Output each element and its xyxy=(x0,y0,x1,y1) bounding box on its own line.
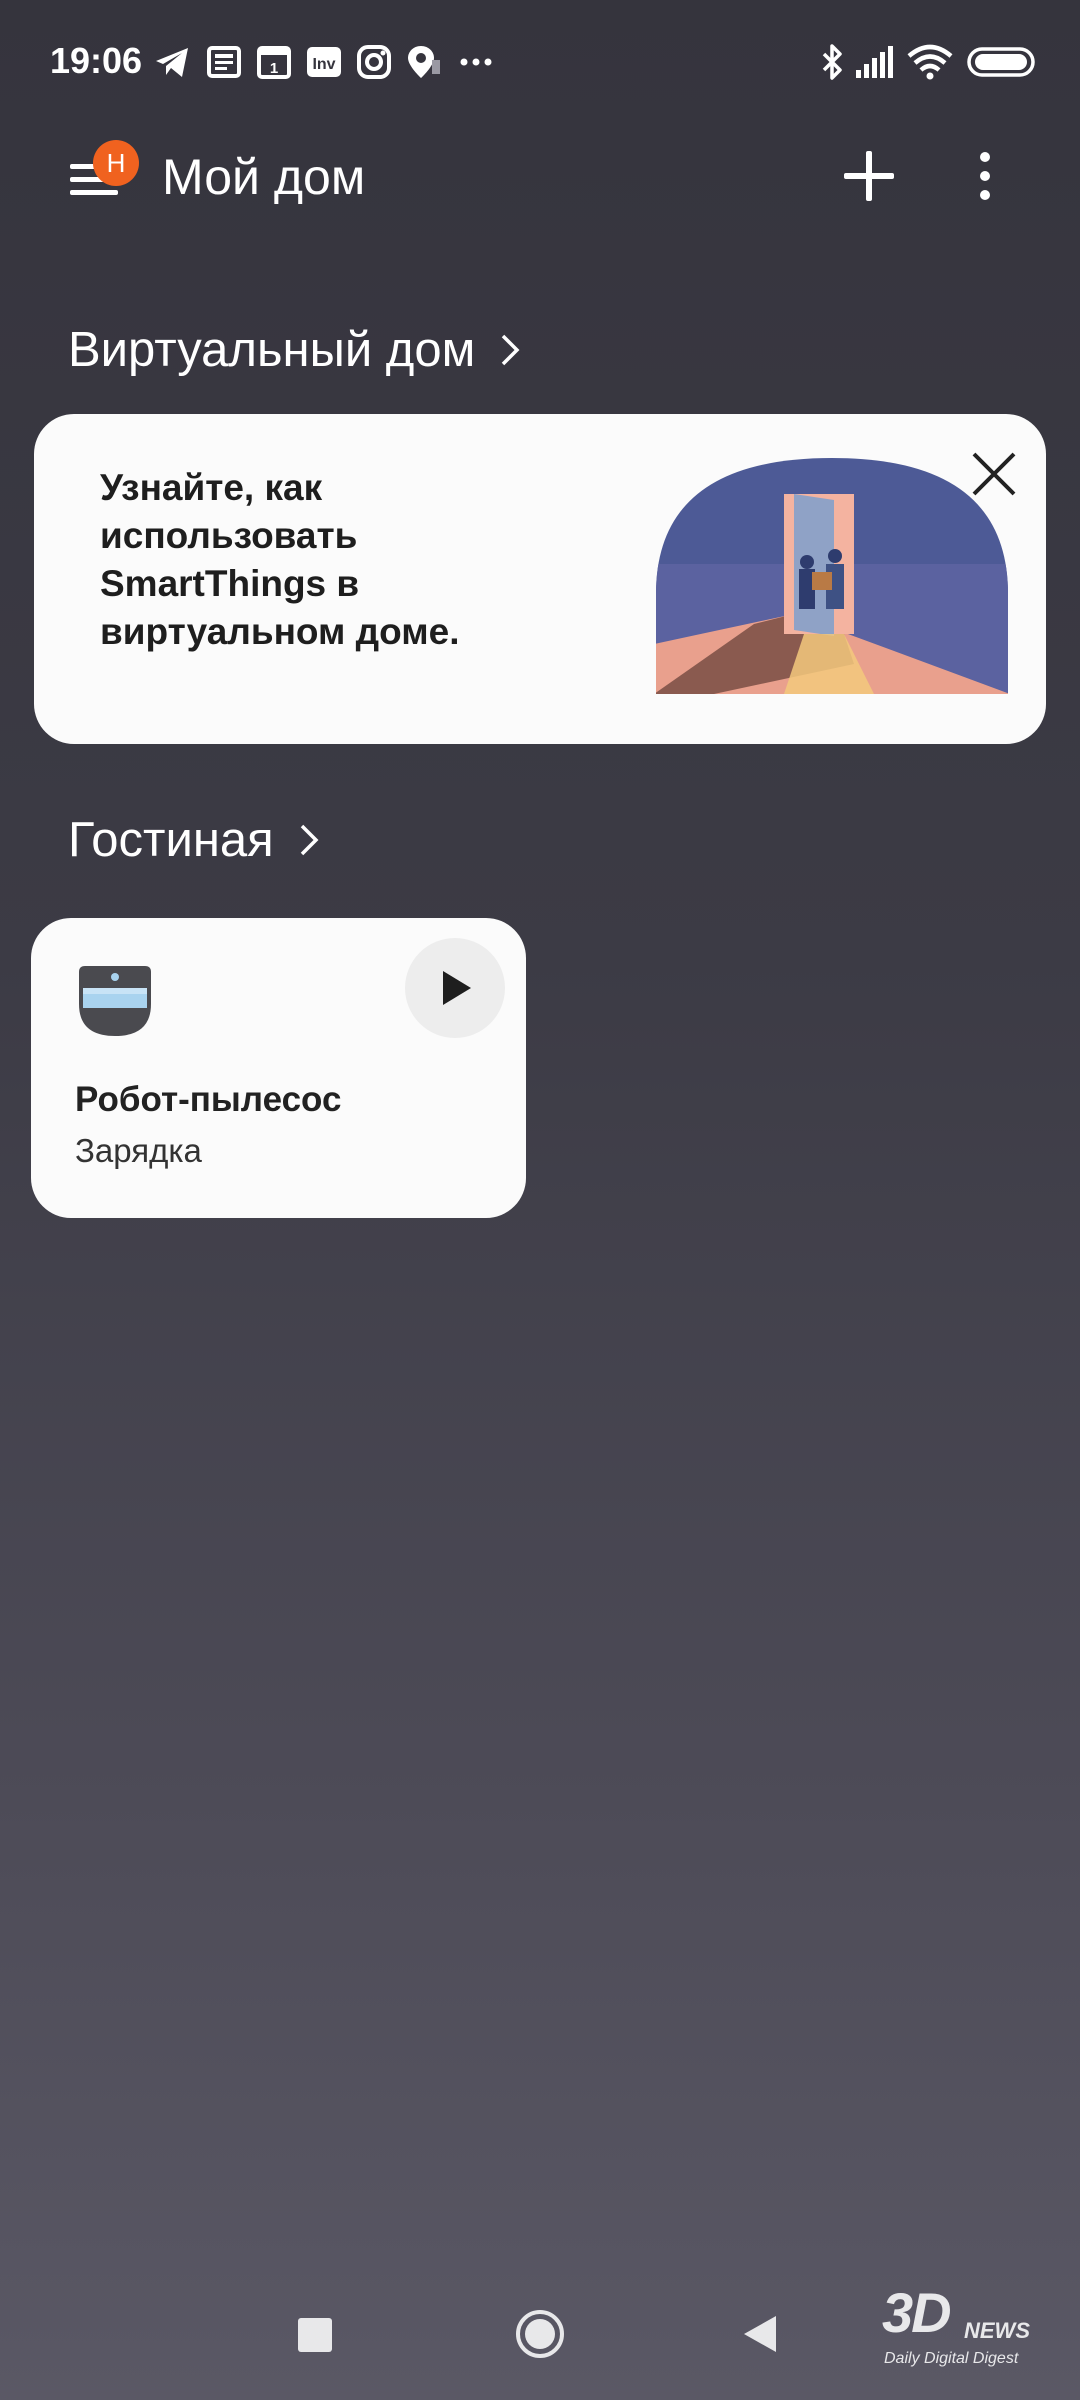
close-button[interactable] xyxy=(964,444,1024,504)
calendar-icon: 1 xyxy=(254,42,294,82)
chevron-right-icon xyxy=(502,334,520,366)
bluetooth-icon xyxy=(812,42,852,82)
section-living-room[interactable]: Гостиная xyxy=(68,812,322,868)
robot-vacuum-icon xyxy=(75,962,155,1042)
more-options-button[interactable] xyxy=(960,148,1010,208)
device-card[interactable]: Робот-пылесос Зарядка xyxy=(31,918,526,1218)
add-button[interactable] xyxy=(838,145,900,207)
recents-square-icon xyxy=(298,2318,332,2352)
section-living-room-title: Гостиная xyxy=(68,813,274,867)
watermark-logo: 3D NEWS Daily Digital Digest xyxy=(870,2270,1066,2380)
watermark-news: NEWS xyxy=(964,2318,1030,2343)
news-icon xyxy=(204,42,244,82)
telegram-icon xyxy=(152,42,192,82)
play-button[interactable] xyxy=(405,938,505,1038)
calendar-day: 1 xyxy=(270,60,278,77)
plus-icon xyxy=(844,151,894,201)
inv-app-icon: Inv xyxy=(304,42,344,82)
promo-card[interactable]: Узнайте, как использовать SmartThings в … xyxy=(34,414,1046,744)
page-title: Мой дом xyxy=(162,149,366,205)
promo-text: Узнайте, как использовать SmartThings в … xyxy=(100,467,460,652)
more-vertical-icon xyxy=(980,152,990,200)
wifi-icon xyxy=(906,42,954,82)
play-icon xyxy=(443,971,471,1005)
location-icon xyxy=(404,42,444,82)
chevron-right-icon xyxy=(300,824,319,856)
close-icon xyxy=(972,452,1016,496)
section-virtual-home[interactable]: Виртуальный дом xyxy=(68,322,523,378)
back-triangle-icon xyxy=(744,2316,776,2352)
promo-illustration xyxy=(654,454,1010,694)
device-status: Зарядка xyxy=(75,1132,202,1169)
watermark-brand: 3D xyxy=(882,2281,952,2344)
battery-icon xyxy=(966,42,1036,82)
instagram-icon xyxy=(354,42,394,82)
menu-badge: Н xyxy=(93,140,139,186)
home-circle-icon xyxy=(516,2310,564,2358)
status-bar: 19:06 1 Inv xyxy=(0,0,1080,126)
watermark-tagline: Daily Digital Digest xyxy=(884,2350,1019,2367)
inv-app-label: Inv xyxy=(312,56,335,73)
back-button[interactable] xyxy=(740,2312,780,2361)
device-name: Робот-пылесос xyxy=(75,1080,342,1119)
status-time: 19:06 xyxy=(50,40,143,81)
recents-button[interactable] xyxy=(296,2316,334,2359)
section-virtual-home-title: Виртуальный дом xyxy=(68,323,476,377)
signal-icon xyxy=(852,42,898,82)
more-dots-icon xyxy=(456,42,496,82)
home-button[interactable] xyxy=(514,2308,566,2365)
